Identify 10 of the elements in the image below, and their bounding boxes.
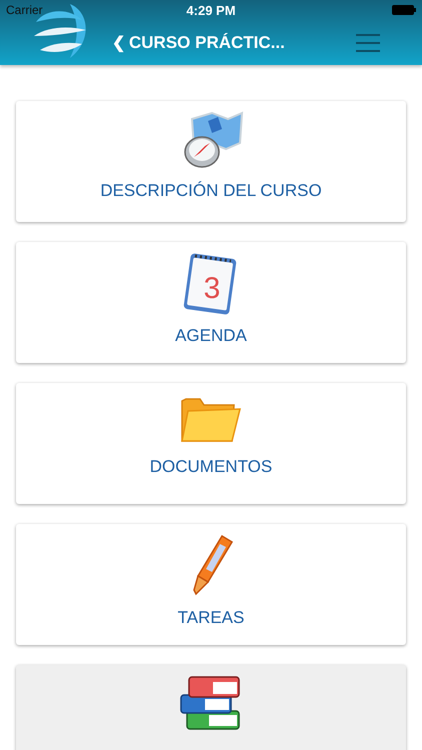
back-button[interactable]: ❮ CURSO PRÁCTIC... [112, 32, 289, 52]
menu-card[interactable]: TAREAS [16, 524, 406, 645]
menu-icon[interactable] [354, 32, 382, 54]
carrier-label: Carrier [6, 3, 43, 17]
menu-card[interactable]: DESCRIPCIÓN DEL CURSO [16, 101, 406, 222]
menu-card[interactable]: DOCUMENTOS [16, 383, 406, 504]
menu-card[interactable]: 3 AGENDA [16, 242, 406, 363]
menu-card[interactable] [16, 665, 406, 750]
battery-icon [392, 5, 416, 15]
status-time: 4:29 PM [186, 2, 236, 18]
